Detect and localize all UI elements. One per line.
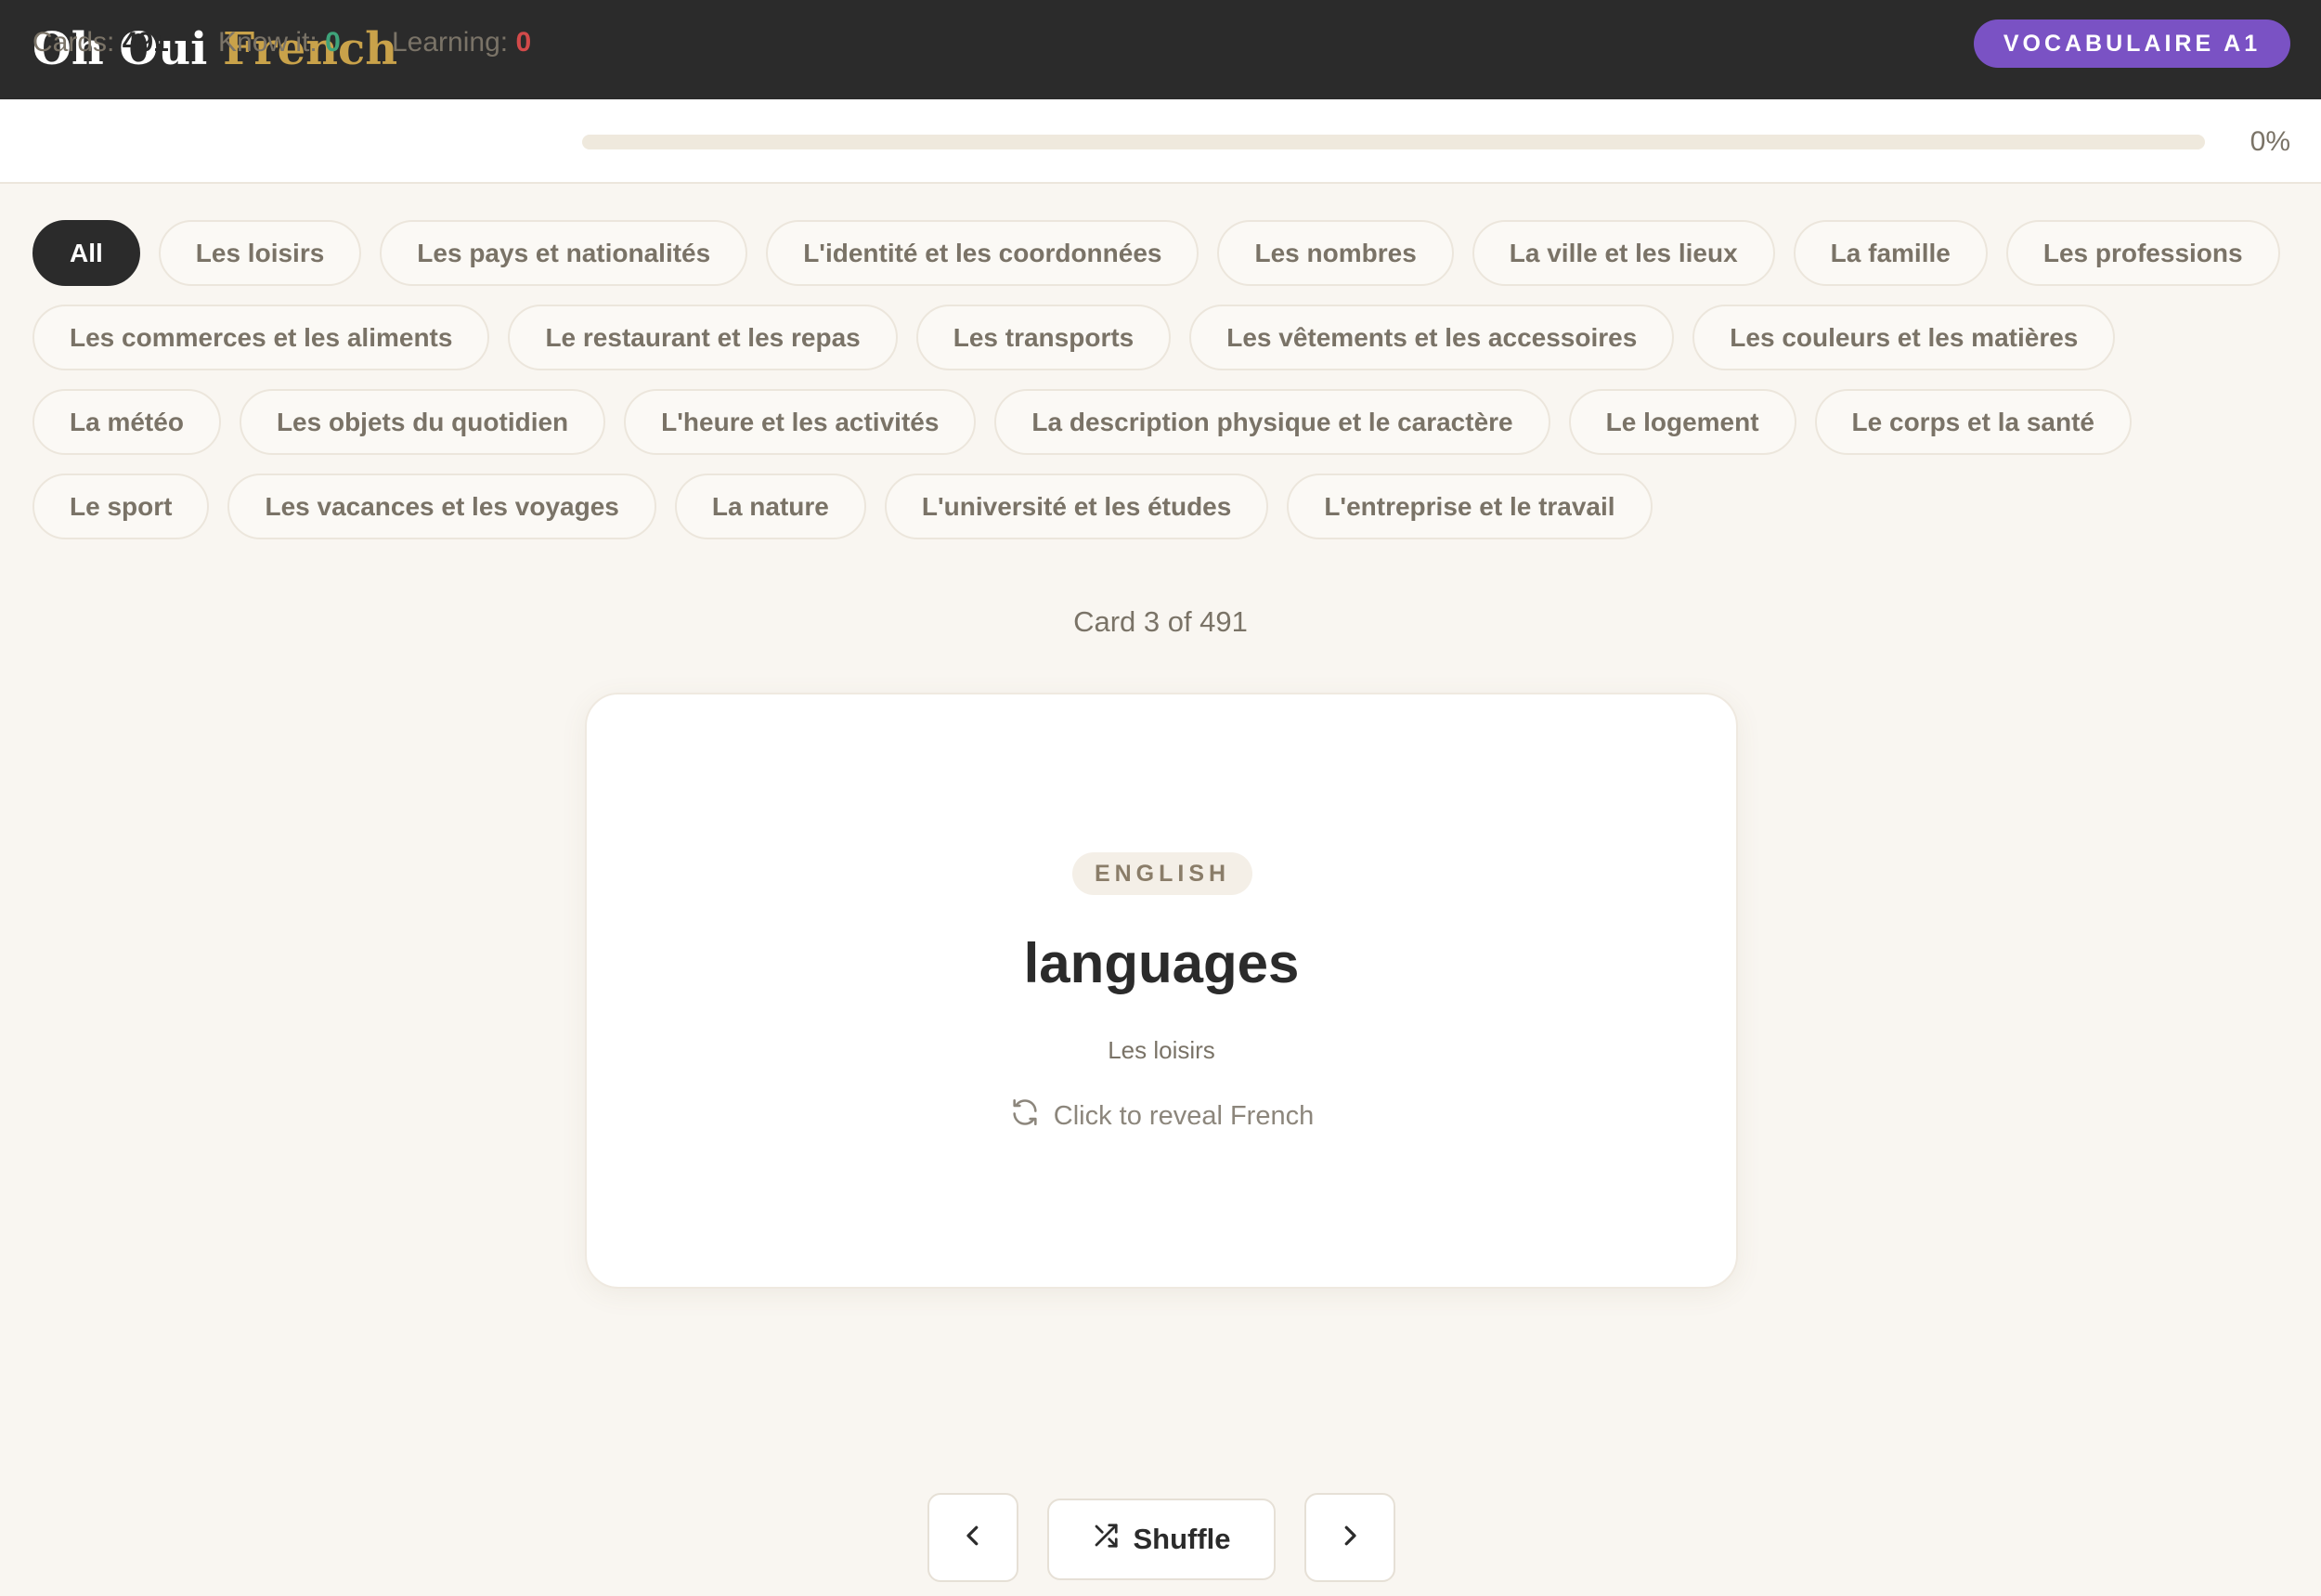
category-chip[interactable]: La nature <box>674 474 866 539</box>
category-chip[interactable]: Les commerces et les aliments <box>32 305 490 370</box>
progress-percent: 0% <box>2250 126 2290 157</box>
category-chip[interactable]: Les professions <box>2005 220 2280 286</box>
card-counter: Card 3 of 491 <box>1073 605 1248 638</box>
category-chip[interactable]: Les vêtements et les accessoires <box>1189 305 1675 370</box>
category-chip[interactable]: Le logement <box>1568 389 1796 455</box>
category-chip[interactable]: Les pays et nationalités <box>380 220 748 286</box>
learning-stat: Learning: 0 <box>392 0 531 84</box>
shuffle-label: Shuffle <box>1133 1523 1231 1555</box>
cards-stat-value: 491 <box>122 27 169 58</box>
category-chip[interactable]: La ville et les lieux <box>1472 220 1775 286</box>
learning-stat-label: Learning: <box>392 27 509 58</box>
category-chip[interactable]: L'entreprise et le travail <box>1287 474 1653 539</box>
category-chip[interactable]: La famille <box>1793 220 1988 286</box>
category-chip-active[interactable]: All <box>32 220 140 286</box>
category-chip[interactable]: Les objets du quotidien <box>239 389 606 455</box>
category-chip[interactable]: L'université et les études <box>884 474 1269 539</box>
progress-bar <box>582 135 2205 149</box>
category-chip[interactable]: Les transports <box>915 305 1172 370</box>
level-badge: VOCABULAIRE A1 <box>1974 19 2290 68</box>
category-chip[interactable]: Le sport <box>32 474 210 539</box>
cards-stat-label: Cards: <box>32 27 115 58</box>
category-chip[interactable]: Les loisirs <box>158 220 362 286</box>
reveal-hint: Click to reveal French <box>587 1096 1736 1136</box>
category-chip-row: La météo Les objets du quotidien L'heure e… <box>32 389 2298 455</box>
category-chip-row: All Les loisirs Les pays et nationalités L'… <box>32 220 2298 286</box>
previous-card-button[interactable] <box>927 1493 1018 1582</box>
reveal-hint-text: Click to reveal French <box>1053 1100 1315 1131</box>
next-card-button[interactable] <box>1304 1493 1395 1582</box>
category-chip[interactable]: Les vacances et les voyages <box>227 474 656 539</box>
category-chip[interactable]: La météo <box>32 389 221 455</box>
category-chip[interactable]: La description physique et le caractère <box>994 389 1550 455</box>
card-term: languages <box>1023 932 1300 994</box>
refresh-icon <box>1009 1096 1041 1135</box>
category-chip-row: Le sport Les vacances et les voyages La na… <box>32 474 2298 539</box>
category-chip[interactable]: L'heure et les activités <box>624 389 977 455</box>
chevron-left-icon <box>959 1522 987 1554</box>
category-chip[interactable]: Les couleurs et les matières <box>1692 305 2116 370</box>
know-it-stat-label: Know it: <box>218 27 318 58</box>
flashcard[interactable]: ENGLISH languages Les loisirs Click to r… <box>585 693 1738 1289</box>
know-it-stat: Know it: 0 <box>218 0 341 84</box>
category-chip[interactable]: Les nombres <box>1217 220 1454 286</box>
shuffle-button[interactable]: Shuffle <box>1047 1499 1276 1580</box>
category-chip[interactable]: Le restaurant et les repas <box>508 305 898 370</box>
chevron-right-icon <box>1336 1522 1364 1554</box>
shuffle-icon <box>1092 1522 1120 1557</box>
cards-stat: Cards: 491 <box>32 0 169 84</box>
category-chip[interactable]: Le corps et la santé <box>1814 389 2132 455</box>
know-it-stat-value: 0 <box>325 27 341 58</box>
category-filter: All Les loisirs Les pays et nationalités L'… <box>32 220 2298 558</box>
learning-stat-value: 0 <box>515 27 532 58</box>
language-label: ENGLISH <box>1072 852 1252 895</box>
top-bar: Oh Oui French VOCABULAIRE A1 <box>0 0 2321 99</box>
category-chip-row: Les commerces et les aliments Le restaura… <box>32 305 2298 370</box>
card-category: Les loisirs <box>1108 1036 1215 1064</box>
category-chip[interactable]: L'identité et les coordonnées <box>766 220 1199 286</box>
